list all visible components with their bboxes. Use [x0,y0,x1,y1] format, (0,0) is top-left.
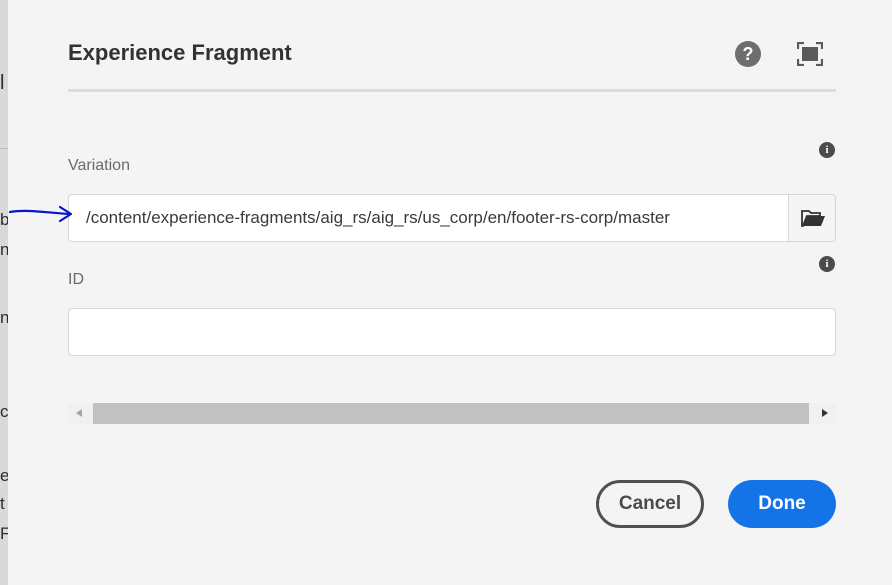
scroll-left-arrow[interactable] [68,403,93,424]
background-text: F [0,524,8,543]
annotation-arrow-icon [8,205,73,223]
cancel-button[interactable]: Cancel [596,480,704,528]
horizontal-scrollbar[interactable] [68,403,836,424]
info-icon[interactable]: i [819,142,835,158]
id-label: ID [68,271,84,288]
background-text: c [0,402,8,421]
info-glyph: i [825,258,829,270]
background-text: n [0,240,8,259]
help-glyph: ? [742,44,754,64]
variation-path-input[interactable] [68,194,788,242]
scrollbar-thumb[interactable] [93,403,809,424]
background-text: b [0,210,8,229]
info-glyph: i [825,144,829,156]
background-text: e [0,466,8,485]
background-page-edge: l b n n c e t F [0,0,8,585]
scroll-right-arrow[interactable] [811,403,836,424]
variation-label: Variation [68,157,130,174]
done-button[interactable]: Done [728,480,836,528]
info-icon[interactable]: i [819,256,835,272]
header-divider [68,89,836,92]
folder-open-icon [801,210,825,227]
experience-fragment-dialog: Experience Fragment ? Variation i ID i C… [8,0,892,585]
background-divider [0,148,8,149]
help-icon[interactable]: ? [735,41,761,67]
browse-button[interactable] [788,194,836,242]
fullscreen-icon[interactable] [796,41,824,67]
id-input[interactable] [68,308,836,356]
background-text: l [0,72,5,94]
dialog-title: Experience Fragment [68,40,292,65]
background-text: n [0,308,8,327]
background-text: t [0,494,5,513]
